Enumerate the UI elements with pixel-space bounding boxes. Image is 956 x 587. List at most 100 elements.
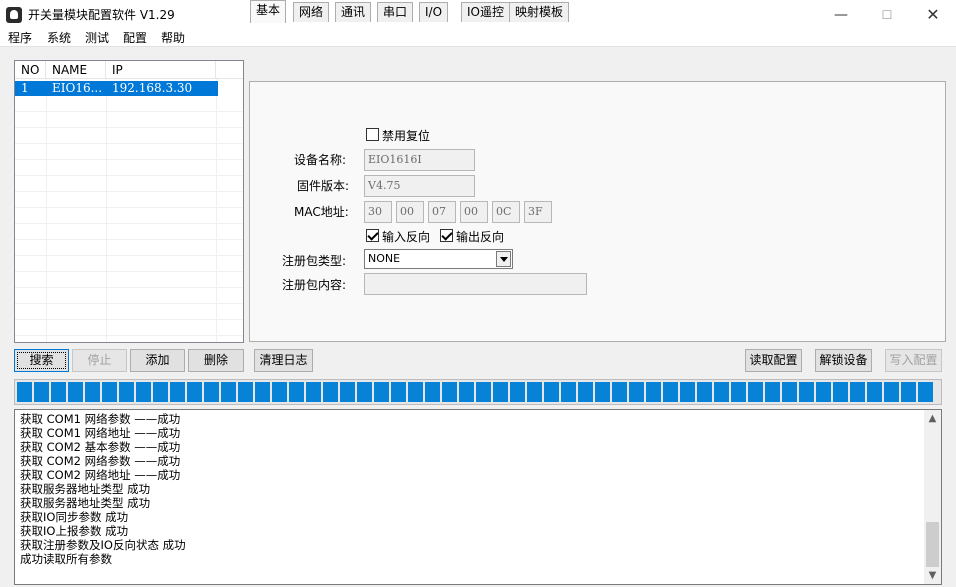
- tab-network[interactable]: 网络: [293, 2, 330, 22]
- tab-panel-basic: 禁用复位 设备名称: EIO1616I 固件版本: V4.75 MAC地址: 3…: [249, 81, 946, 342]
- progress-segment: [51, 382, 66, 402]
- progress-segment: [187, 382, 202, 402]
- disable-reset-checkbox[interactable]: [366, 128, 379, 141]
- progress-segment: [833, 382, 848, 402]
- progress-segment: [646, 382, 661, 402]
- progress-segment: [629, 382, 644, 402]
- progress-segment: [697, 382, 712, 402]
- window-title: 开关量模块配置软件 V1.29: [28, 8, 175, 22]
- log-line: 获取注册参数及IO反向状态 成功: [20, 538, 186, 552]
- scroll-down-icon[interactable]: ▼: [924, 567, 941, 584]
- close-button[interactable]: ✕: [910, 0, 956, 30]
- progress-segment: [238, 382, 253, 402]
- menu-system[interactable]: 系统: [47, 29, 71, 46]
- delete-button[interactable]: 删除: [188, 349, 244, 372]
- progress-segment: [17, 382, 32, 402]
- progress-segment: [34, 382, 49, 402]
- log-scrollbar[interactable]: ▲ ▼: [924, 410, 941, 584]
- firmware-field[interactable]: V4.75: [364, 175, 475, 197]
- progress-segment: [816, 382, 831, 402]
- unlock-device-button[interactable]: 解锁设备: [815, 349, 872, 372]
- progress-segment: [119, 382, 134, 402]
- progress-segment: [221, 382, 236, 402]
- search-button[interactable]: 搜索: [14, 349, 69, 372]
- progress-segment: [901, 382, 916, 402]
- device-list[interactable]: NO NAME IP 1 EIO16... 192.168.3.30: [14, 60, 244, 343]
- column-header-no[interactable]: NO: [15, 61, 46, 79]
- column-header-ip[interactable]: IP: [106, 61, 216, 79]
- output-invert-label: 输出反向: [456, 230, 505, 244]
- progress-segment: [493, 382, 508, 402]
- output-invert-checkbox[interactable]: [440, 229, 453, 242]
- progress-segment: [102, 382, 117, 402]
- progress-segment: [510, 382, 525, 402]
- menu-test[interactable]: 测试: [85, 29, 109, 46]
- progress-segment: [782, 382, 797, 402]
- device-list-header: NO NAME IP: [15, 61, 243, 79]
- progress-segment: [85, 382, 100, 402]
- table-row[interactable]: 1 EIO16... 192.168.3.30: [15, 81, 218, 96]
- progress-segment: [918, 382, 933, 402]
- progress-segment: [442, 382, 457, 402]
- reg-type-select[interactable]: NONE: [364, 249, 513, 269]
- write-config-button[interactable]: 写入配置: [885, 349, 942, 372]
- log-line: 获取IO同步参数 成功: [20, 510, 129, 524]
- progress-segment: [68, 382, 83, 402]
- column-header-name[interactable]: NAME: [46, 61, 106, 79]
- tab-communication[interactable]: 通讯: [335, 2, 372, 22]
- progress-segment: [340, 382, 355, 402]
- reg-type-label: 注册包类型:: [282, 254, 347, 268]
- progress-segment: [391, 382, 406, 402]
- tab-io[interactable]: I/O: [419, 2, 449, 22]
- log-line: 获取 COM2 基本参数 ——成功: [20, 440, 181, 454]
- progress-segment: [476, 382, 491, 402]
- tab-io-remote[interactable]: IO遥控: [461, 2, 510, 22]
- tab-mapping-template[interactable]: 映射模板: [509, 2, 570, 22]
- progress-segment: [136, 382, 151, 402]
- progress-segment: [748, 382, 763, 402]
- device-name-label: 设备名称:: [294, 153, 347, 167]
- mac-octet-1[interactable]: 30: [364, 201, 392, 223]
- stop-button[interactable]: 停止: [72, 349, 127, 372]
- row-ip: 192.168.3.30: [112, 81, 193, 95]
- progress-segment: [612, 382, 627, 402]
- menu-program[interactable]: 程序: [8, 29, 32, 46]
- log-line: 获取服务器地址类型 成功: [20, 496, 151, 510]
- add-button[interactable]: 添加: [130, 349, 185, 372]
- progress-segment: [714, 382, 729, 402]
- row-no: 1: [21, 81, 29, 95]
- mac-octet-3[interactable]: 07: [428, 201, 456, 223]
- progress-segment: [578, 382, 593, 402]
- app-icon: [6, 7, 22, 23]
- input-invert-checkbox[interactable]: [366, 229, 379, 242]
- device-name-field[interactable]: EIO1616I: [364, 149, 475, 171]
- mac-octet-6[interactable]: 3F: [524, 201, 552, 223]
- maximize-button[interactable]: ☐: [864, 0, 910, 30]
- progress-segment: [867, 382, 882, 402]
- progress-segment: [255, 382, 270, 402]
- log-output[interactable]: 获取 COM1 网络参数 ——成功 获取 COM1 网络地址 ——成功 获取 COM…: [14, 409, 942, 585]
- progress-segment: [561, 382, 576, 402]
- minimize-button[interactable]: —: [818, 0, 864, 30]
- menu-config[interactable]: 配置: [123, 29, 147, 46]
- menu-help[interactable]: 帮助: [161, 29, 185, 46]
- reg-content-label: 注册包内容:: [282, 278, 347, 292]
- log-line: 获取 COM2 网络地址 ——成功: [20, 468, 181, 482]
- log-line: 成功读取所有参数: [20, 552, 112, 566]
- chevron-down-icon[interactable]: [496, 251, 511, 267]
- progress-segment: [663, 382, 678, 402]
- progress-segment: [306, 382, 321, 402]
- scroll-up-icon[interactable]: ▲: [924, 410, 941, 427]
- log-line: 获取 COM1 网络地址 ——成功: [20, 426, 181, 440]
- log-line: 获取 COM1 网络参数 ——成功: [20, 412, 181, 426]
- tab-basic[interactable]: 基本: [250, 0, 287, 23]
- read-config-button[interactable]: 读取配置: [745, 349, 802, 372]
- mac-octet-5[interactable]: 0C: [492, 201, 520, 223]
- reg-content-field[interactable]: [364, 273, 587, 295]
- mac-octet-4[interactable]: 00: [460, 201, 488, 223]
- mac-octet-2[interactable]: 00: [396, 201, 424, 223]
- scroll-thumb[interactable]: [926, 522, 939, 567]
- progress-segment: [527, 382, 542, 402]
- clear-log-button[interactable]: 清理日志: [254, 349, 313, 372]
- tab-serial[interactable]: 串口: [377, 2, 414, 22]
